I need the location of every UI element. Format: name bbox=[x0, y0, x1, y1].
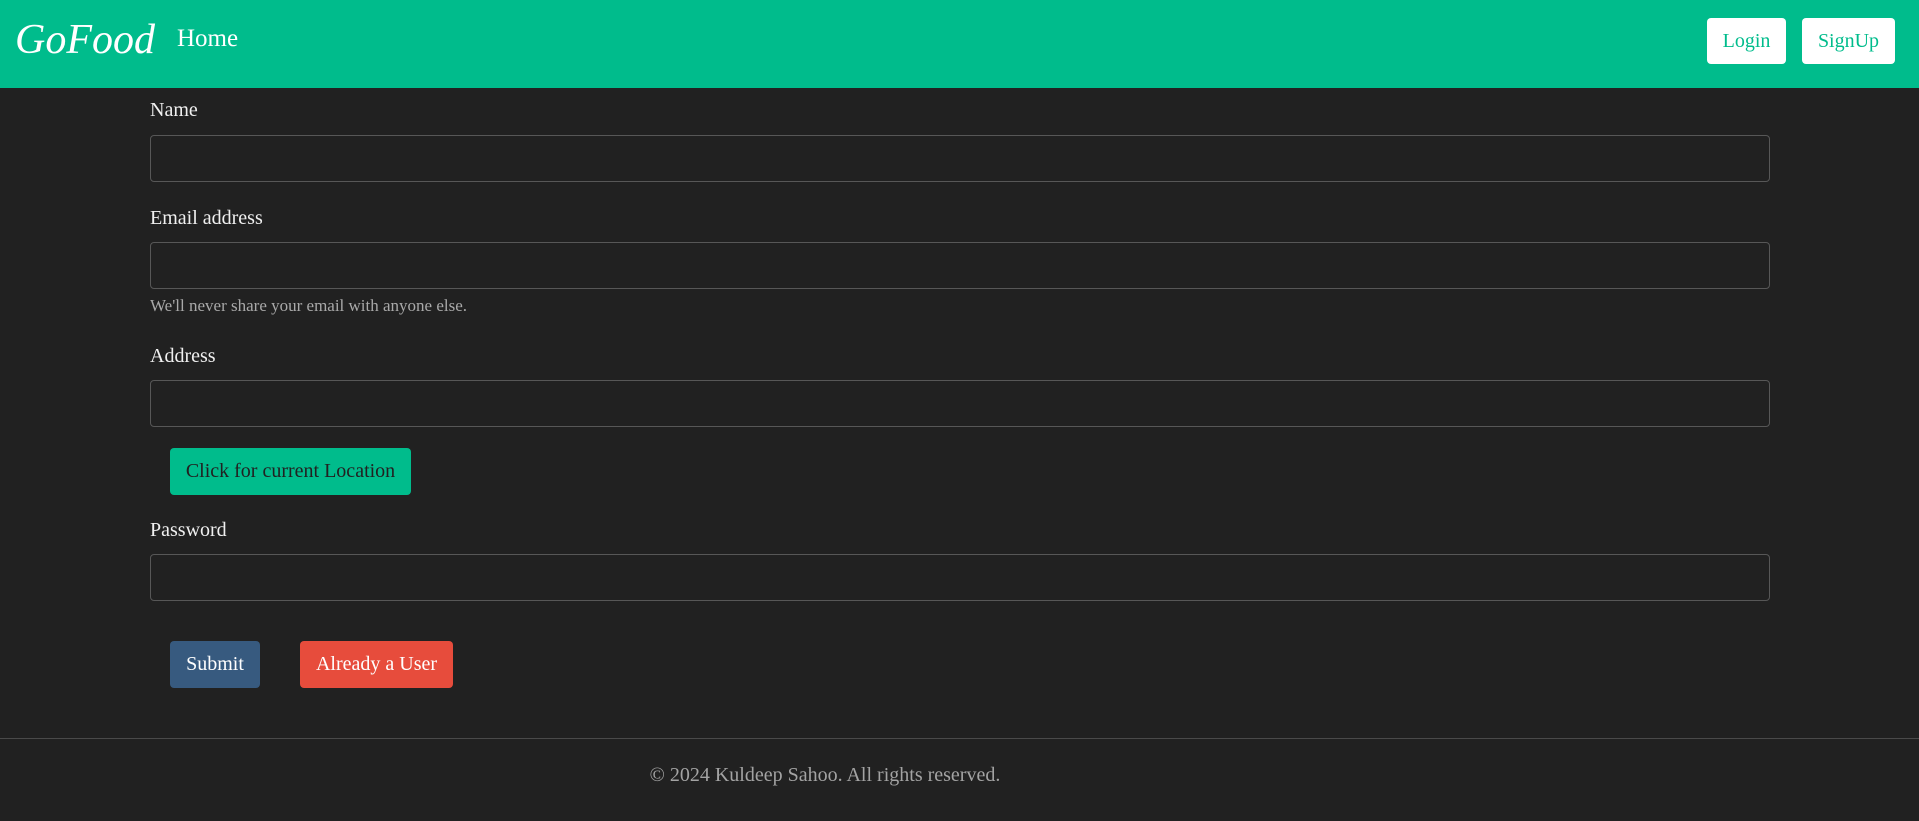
footer-copyright: © 2024 Kuldeep Sahoo. All rights reserve… bbox=[649, 764, 1001, 786]
signup-button[interactable]: SignUp bbox=[1802, 18, 1895, 64]
password-label: Password bbox=[150, 519, 227, 541]
login-button[interactable]: Login bbox=[1707, 18, 1786, 64]
email-label: Email address bbox=[150, 207, 263, 229]
address-input[interactable] bbox=[150, 380, 1770, 427]
email-help-text: We'll never share your email with anyone… bbox=[150, 296, 468, 315]
navbar: GoFood Home Login SignUp bbox=[0, 0, 1919, 88]
footer-divider bbox=[0, 738, 1919, 739]
already-user-button[interactable]: Already a User bbox=[300, 641, 453, 688]
brand-logo[interactable]: GoFood bbox=[15, 14, 155, 66]
signup-form: Name Email address We'll never share you… bbox=[0, 88, 1919, 738]
password-input[interactable] bbox=[150, 554, 1770, 601]
address-label: Address bbox=[150, 345, 216, 367]
name-label: Name bbox=[150, 99, 198, 121]
email-input[interactable] bbox=[150, 242, 1770, 289]
submit-button[interactable]: Submit bbox=[170, 641, 260, 688]
current-location-button[interactable]: Click for current Location bbox=[170, 448, 411, 495]
nav-home-link[interactable]: Home bbox=[177, 22, 238, 56]
name-input[interactable] bbox=[150, 135, 1770, 182]
